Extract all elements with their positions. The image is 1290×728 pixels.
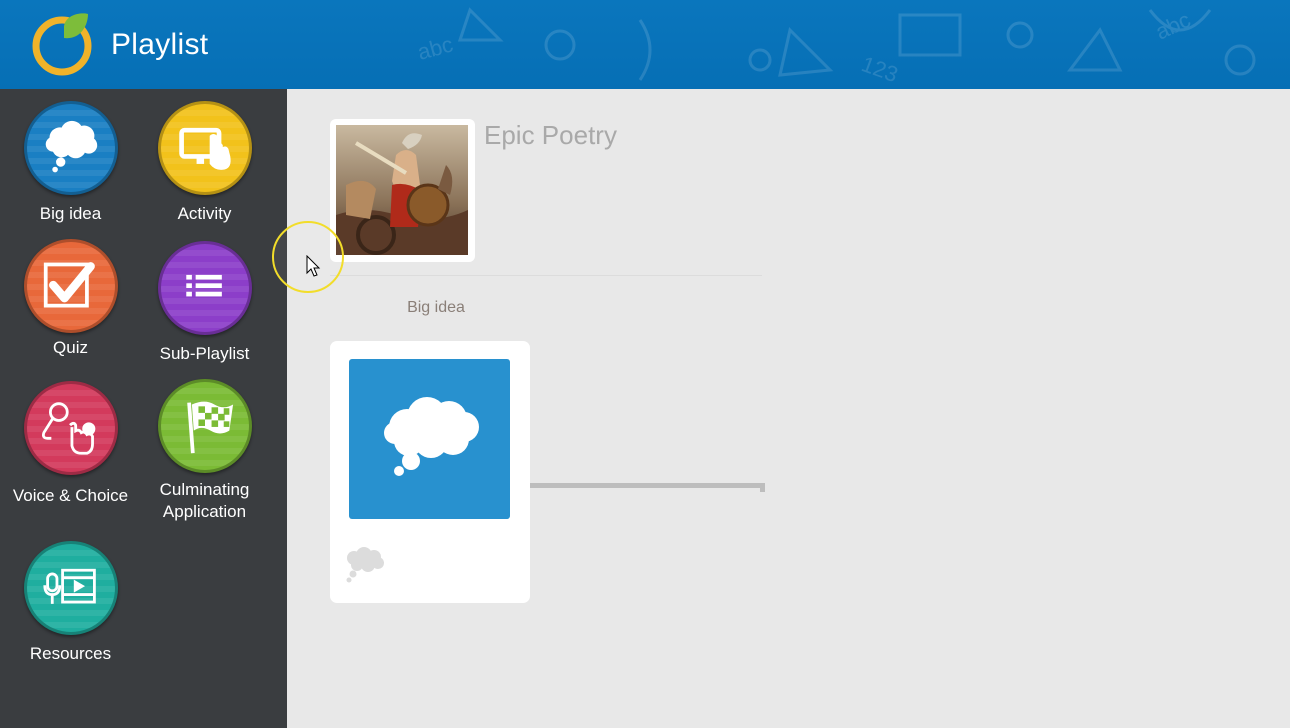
big-idea-tile[interactable] [349, 359, 510, 519]
tool-label: Big idea [39, 204, 102, 223]
microphone-tap-icon [41, 402, 95, 455]
touch-screen-icon [178, 127, 231, 170]
checkbox-checked-icon [43, 262, 95, 308]
thought-bubble-icon [384, 397, 479, 476]
voice-choice-circle [23, 381, 118, 475]
section-label: Big idea [407, 299, 465, 316]
tool-sub-playlist[interactable]: Sub-Playlist [137, 241, 272, 365]
mouse-pointer-icon [306, 255, 321, 277]
svg-text:123: 123 [858, 51, 901, 87]
tool-label: Quiz [53, 338, 88, 357]
resources-circle [23, 541, 118, 635]
big-idea-circle [23, 101, 118, 195]
app-header: 123 abc abc Playlist [0, 0, 1290, 89]
media-resources-icon [42, 568, 96, 604]
playlist-canvas: Epic Poetry Big idea [287, 89, 1290, 728]
quiz-circle [23, 239, 118, 333]
connector-end [760, 483, 765, 492]
tool-resources[interactable]: Resources [3, 541, 138, 665]
tool-sidebar: Big idea Activity Quiz Sub-Playlist Voic… [0, 89, 287, 728]
playlist-title[interactable]: Epic Poetry [484, 120, 617, 151]
svg-text:abc: abc [1152, 7, 1195, 45]
list-icon [185, 274, 222, 297]
tool-label: Activity [177, 204, 232, 223]
tool-activity[interactable]: Activity [137, 101, 272, 225]
small-thought-bubble-icon [346, 547, 384, 583]
culminating-circle [157, 379, 252, 473]
app-title: Playlist [111, 28, 209, 61]
tool-label: Resources [29, 644, 112, 663]
playlist-cover-card[interactable] [330, 119, 475, 262]
tool-label: Culminating Application [159, 480, 250, 521]
tool-quiz[interactable]: Quiz [3, 239, 138, 359]
sub-playlist-circle [157, 241, 252, 335]
tool-label: Voice & Choice [12, 486, 129, 505]
thought-bubble-icon [45, 120, 97, 173]
svg-text:abc: abc [415, 31, 456, 64]
connector-line [530, 483, 764, 488]
tool-voice-and-choice[interactable]: Voice & Choice [3, 381, 138, 507]
tool-big-idea[interactable]: Big idea [3, 101, 138, 225]
checkered-flag-icon [186, 401, 233, 454]
tool-label: Sub-Playlist [159, 344, 250, 363]
epic-poetry-painting [336, 125, 468, 255]
big-idea-item-card[interactable] [330, 341, 530, 603]
divider [330, 275, 762, 276]
tool-culminating-application[interactable]: Culminating Application [137, 379, 272, 523]
logo-ring-leaf-icon[interactable] [30, 12, 98, 78]
activity-circle [157, 101, 252, 195]
